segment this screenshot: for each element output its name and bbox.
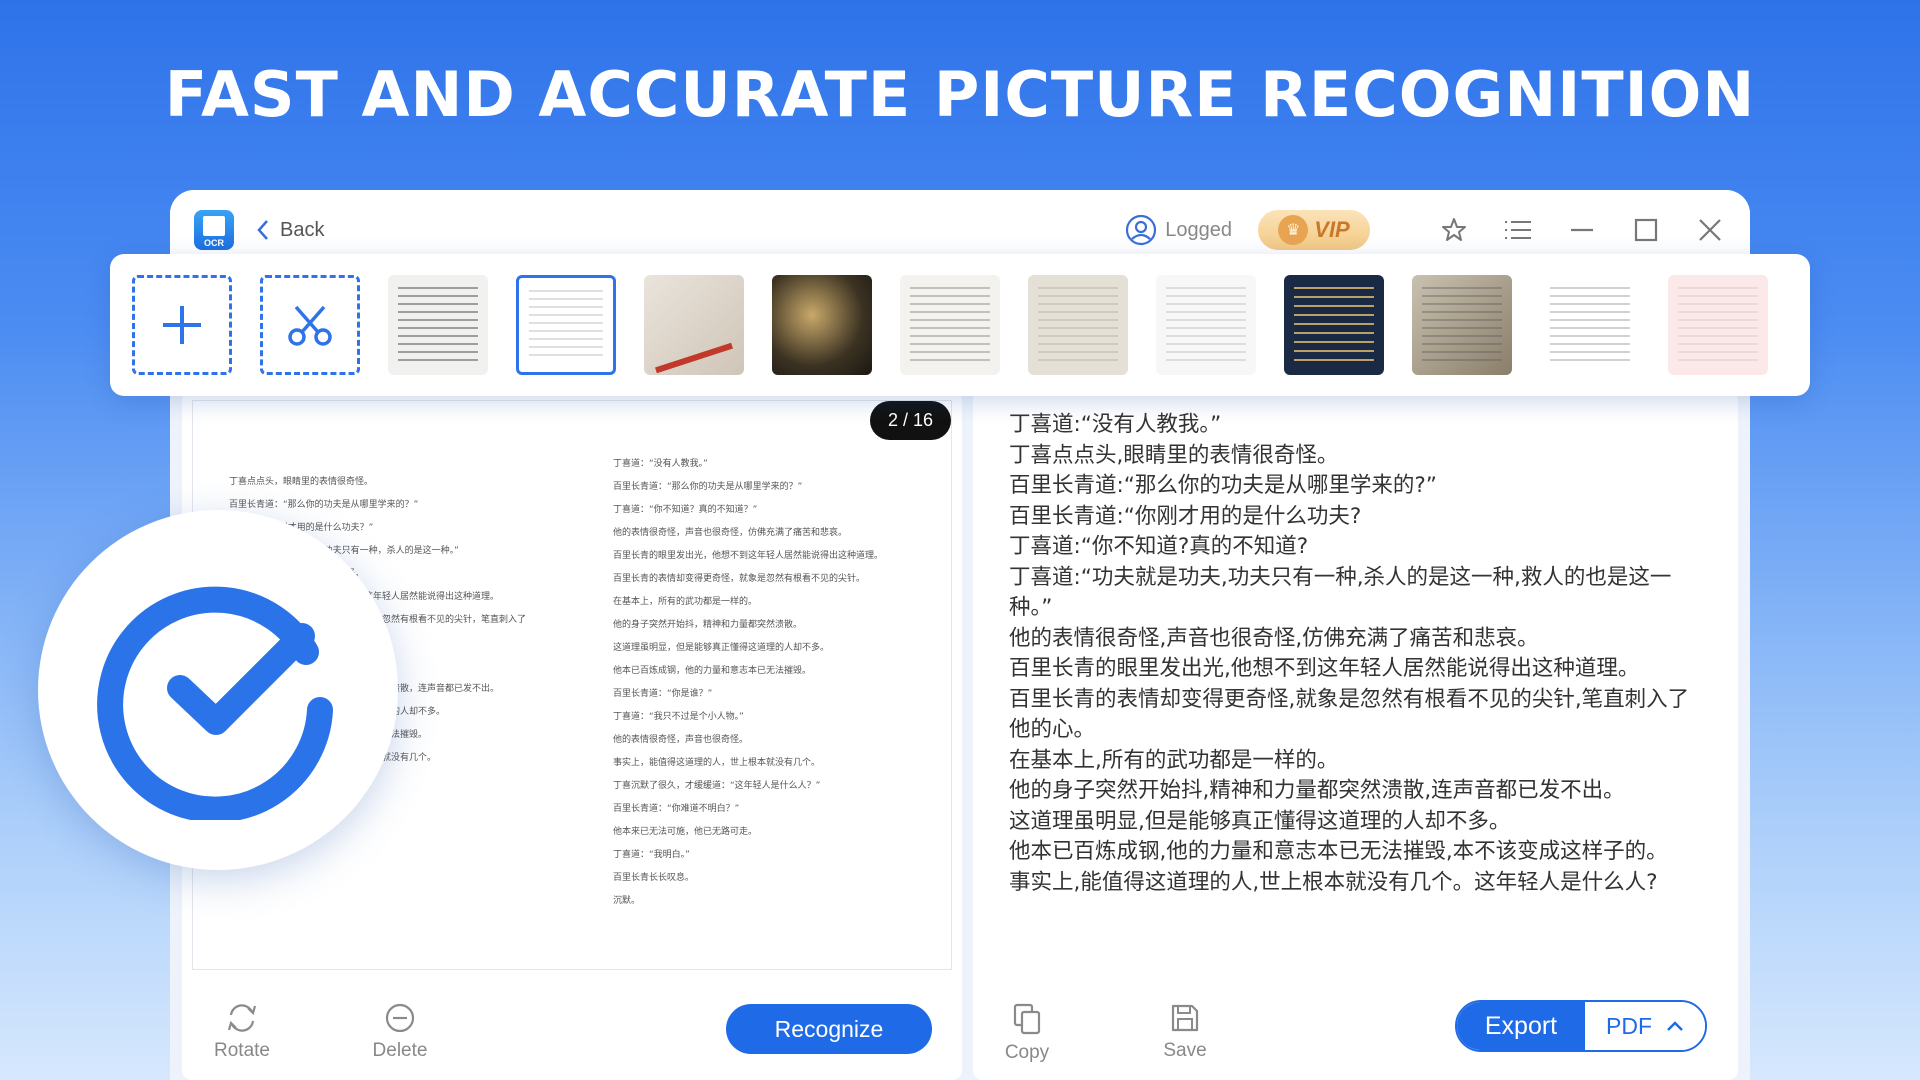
- thumbnail-4[interactable]: [772, 275, 872, 375]
- save-icon: [1171, 1004, 1199, 1032]
- ocr-result-paragraph: 百里长青的表情却变得更奇怪,就象是忽然有根看不见的尖针,笔直刺入了他的心。: [1009, 686, 1690, 743]
- ocr-result-paragraph: 百里长青的眼里发出光,他想不到这年轻人居然能说得出这种道理。: [1009, 656, 1640, 681]
- ocr-result-paragraph: 百里长青道:“那么你的功夫是从哪里学来的?”: [1009, 473, 1437, 498]
- preview-text-line: 他的身子突然开始抖，精神和力量都突然溃散。: [613, 620, 803, 630]
- preview-text-line: 他的表情很奇怪，声音也很奇怪，仿佛充满了痛苦和悲哀。: [613, 528, 848, 538]
- preview-text-line: 百里长青道：“你难道不明白？”: [613, 804, 740, 814]
- thumbnail-2-selected[interactable]: [516, 275, 616, 375]
- minimize-icon[interactable]: [1566, 214, 1598, 246]
- ocr-result-paragraph: 丁喜点点头,眼睛里的表情很奇怪。: [1009, 442, 1339, 468]
- thumbnail-10[interactable]: [1540, 275, 1640, 375]
- maximize-icon[interactable]: [1630, 214, 1662, 246]
- preview-text-line: 他本已百炼成钢，他的力量和意志本已无法摧毁。: [613, 666, 812, 676]
- preview-text-line: 丁喜道：“我只不过是个小人物。”: [613, 712, 744, 722]
- chevron-up-icon: [1667, 1021, 1683, 1031]
- export-format-select[interactable]: PDF: [1585, 1002, 1705, 1050]
- ocr-result-text[interactable]: 丁喜道:“没有人教我。” 丁喜点点头,眼睛里的表情很奇怪。百里长青道:“那么你的功…: [1009, 410, 1709, 970]
- vip-label: VIP: [1314, 217, 1350, 242]
- preview-text-line: 丁喜道：“没有人教我。”: [613, 459, 708, 469]
- ocr-result-paragraph: 丁喜道:“功夫就是功夫,功夫只有一种,杀人的是这一种,救人的也是这一种。”: [1009, 564, 1672, 621]
- export-control: Export PDF: [1455, 1000, 1707, 1052]
- preview-text-line: 这道理虽明显，但是能够真正懂得这道理的人却不多。: [613, 643, 830, 653]
- star-icon[interactable]: [1438, 214, 1470, 246]
- crop-image-button[interactable]: [260, 275, 360, 375]
- preview-text-line: 百里长青道：“那么你的功夫是从哪里学来的？”: [613, 482, 803, 492]
- copy-icon: [1013, 1003, 1041, 1035]
- preview-text-line: 百里长青长长叹息。: [613, 873, 695, 883]
- chevron-left-icon: [257, 220, 268, 240]
- save-button[interactable]: Save: [1145, 1002, 1225, 1062]
- add-image-button[interactable]: [132, 275, 232, 375]
- success-check-badge: [38, 510, 398, 870]
- account-button[interactable]: Logged: [1125, 214, 1232, 246]
- thumbnail-7[interactable]: [1156, 275, 1256, 375]
- preview-text-line: 在基本上，所有的武功都是一样的。: [613, 597, 758, 607]
- ocr-result-paragraph: 丁喜道:“你不知道?真的不知道?: [1009, 534, 1309, 559]
- minus-circle-icon: [385, 1003, 415, 1033]
- preview-text-line: 丁喜道：“我明白。”: [613, 850, 690, 860]
- export-button[interactable]: Export: [1457, 1002, 1585, 1050]
- export-format-value: PDF: [1606, 1012, 1652, 1039]
- ocr-result-paragraph: 他本已百炼成钢,他的力量和意志本已无法摧毁,本不该变成这样子的。: [1009, 839, 1668, 864]
- recognize-button[interactable]: Recognize: [726, 1004, 932, 1054]
- ocr-result-panel: 丁喜道:“没有人教我。” 丁喜点点头,眼睛里的表情很奇怪。百里长青道:“那么你的功…: [973, 390, 1738, 1080]
- page-counter: 2 / 16: [869, 401, 951, 440]
- delete-button[interactable]: Delete: [360, 1002, 440, 1062]
- user-icon: [1126, 214, 1157, 246]
- preview-text-line: 百里长青道：“你是谁？”: [613, 689, 713, 699]
- vip-badge[interactable]: ♛ VIP: [1258, 210, 1370, 250]
- thumbnail-5[interactable]: [900, 275, 1000, 375]
- thumbnail-11[interactable]: [1668, 275, 1768, 375]
- save-label: Save: [1163, 1040, 1207, 1061]
- copy-label: Copy: [1004, 1042, 1050, 1063]
- thumbnail-strip: [110, 254, 1810, 396]
- preview-text-line: 百里长青的表情却变得更奇怪，就象是忽然有根看不见的尖针。: [613, 574, 866, 584]
- rotate-label: Rotate: [214, 1040, 270, 1061]
- result-toolbar: Copy Save Export PDF: [973, 980, 1738, 1080]
- thumbnail-9[interactable]: [1412, 275, 1512, 375]
- document-icon: [203, 216, 225, 236]
- ocr-result-paragraph: 事实上,能值得这道理的人,世上根本就没有几个。这年轻人是什么人?: [1009, 869, 1658, 895]
- titlebar-actions: Logged ♛ VIP: [1125, 210, 1726, 250]
- ocr-result-paragraph: 他的身子突然开始抖,精神和力量都突然溃散,连声音都已发不出。: [1009, 778, 1625, 803]
- app-logo-label: OCR: [204, 238, 224, 248]
- preview-text-line: 事实上，能值得这道理的人，世上根本就没有几个。: [613, 758, 821, 768]
- ocr-result-paragraph: 百里长青道:“你刚才用的是什么功夫?: [1009, 503, 1362, 529]
- back-button[interactable]: Back: [256, 219, 324, 242]
- ocr-result-paragraph: 丁喜道:“没有人教我。”: [1009, 412, 1222, 437]
- close-icon[interactable]: [1694, 214, 1726, 246]
- preview-column-right: 丁喜道：“没有人教我。” 百里长青道：“那么你的功夫是从哪里学来的？” 丁喜道：“你…: [613, 453, 933, 913]
- preview-text-line: 百里长青的眼里发出光，他想不到这年轻人居然能说得出这种道理。: [613, 551, 884, 561]
- preview-text-line: 他本来已无法可施，他已无路可走。: [613, 827, 758, 837]
- plus-icon: [163, 306, 201, 344]
- promo-headline: FAST AND ACCURATE PICTURE RECOGNITION: [164, 58, 1756, 131]
- menu-icon[interactable]: [1502, 214, 1534, 246]
- ocr-result-paragraph: 这道理虽明显,但是能够真正懂得这道理的人却不多。: [1009, 808, 1511, 834]
- rotate-button[interactable]: Rotate: [202, 1002, 282, 1062]
- check-circle-icon: [97, 586, 333, 820]
- crown-icon: ♛: [1278, 215, 1309, 245]
- preview-text-line: 他的表情很奇怪，声音也很奇怪。: [613, 735, 749, 745]
- preview-toolbar: Rotate Delete Recognize: [182, 980, 962, 1080]
- preview-text-line: 丁喜点点头，眼睛里的表情很奇怪。: [229, 477, 374, 487]
- preview-text-line: 丁喜沉默了很久，才缓缓道：“这年轻人是什么人？”: [613, 781, 821, 791]
- app-logo: OCR: [194, 210, 234, 250]
- copy-button[interactable]: Copy: [987, 1002, 1067, 1064]
- thumbnail-6[interactable]: [1028, 275, 1128, 375]
- rotate-icon: [227, 1004, 257, 1032]
- ocr-result-paragraph: 他的表情很奇怪,声音也很奇怪,仿佛充满了痛苦和悲哀。: [1009, 625, 1539, 651]
- scissors-icon: [288, 305, 332, 346]
- preview-text-line: 百里长青道：“那么你的功夫是从哪里学来的？”: [229, 500, 419, 510]
- logged-label: Logged: [1165, 218, 1232, 241]
- back-label: Back: [280, 218, 325, 241]
- delete-label: Delete: [372, 1040, 428, 1061]
- preview-text-line: 丁喜道：“你不知道？真的不知道？”: [613, 505, 758, 515]
- preview-text-line: 沉默。: [613, 896, 641, 906]
- thumbnail-1[interactable]: [388, 275, 488, 375]
- thumbnail-8[interactable]: [1284, 275, 1384, 375]
- thumbnail-3[interactable]: [644, 275, 744, 375]
- ocr-result-paragraph: 在基本上,所有的武功都是一样的。: [1009, 747, 1339, 773]
